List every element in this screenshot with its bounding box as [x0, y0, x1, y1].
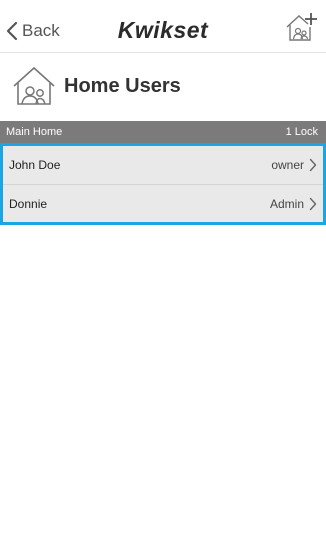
user-list: John Doe owner Donnie Admin — [0, 143, 326, 225]
home-name: Main Home — [6, 126, 63, 138]
user-role: owner — [271, 158, 304, 172]
page-title: Home Users — [64, 74, 181, 97]
user-name: Donnie — [9, 196, 48, 211]
lock-count: 1 Lock — [285, 126, 318, 138]
back-label: Back — [22, 21, 60, 40]
home-users-icon — [13, 66, 55, 105]
page-header: Home Users — [0, 52, 326, 120]
home-plus-icon[interactable] — [284, 10, 318, 44]
chevron-right-icon — [309, 158, 317, 172]
user-row-john-doe[interactable]: John Doe owner — [3, 146, 323, 184]
chevron-right-icon — [309, 197, 317, 210]
navigation-bar: Back Kwikset — [0, 0, 326, 53]
home-section-header: Main Home 1 Lock — [0, 121, 326, 143]
user-role: Admin — [269, 196, 304, 211]
user-row-donnie[interactable]: Donnie Admin — [3, 184, 323, 222]
back-button[interactable]: Back — [6, 18, 60, 44]
chevron-left-icon — [6, 21, 18, 41]
user-name: John Doe — [9, 158, 61, 172]
